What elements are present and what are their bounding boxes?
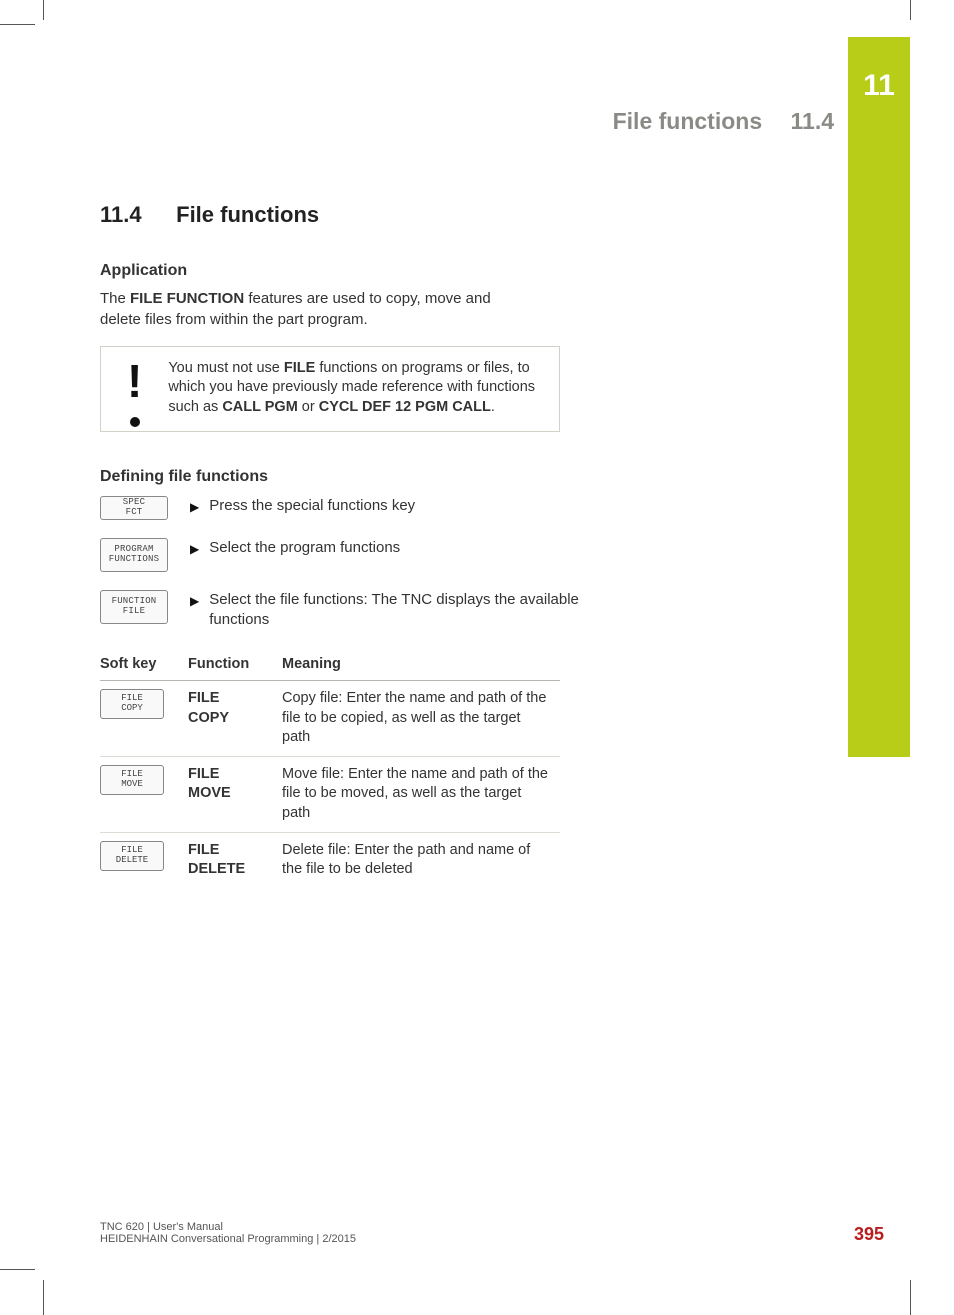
page-footer: TNC 620 | User's Manual HEIDENHAIN Conve… (100, 1221, 884, 1245)
cell-softkey: FILE COPY (100, 681, 188, 757)
col-meaning: Meaning (282, 649, 560, 681)
running-header: File functions 11.4 (100, 108, 834, 135)
crop-mark (910, 1280, 911, 1315)
table-row: FILE COPY FILE COPY Copy file: Enter the… (100, 681, 560, 757)
page-number: 395 (854, 1224, 884, 1245)
text: FILE (188, 842, 219, 858)
function-table: Soft key Function Meaning FILE COPY FILE (100, 649, 560, 888)
key-program-functions-icon: PROGRAM FUNCTIONS (100, 538, 168, 572)
text: FILE (188, 690, 219, 706)
content: 11.4 File functions Application The FILE… (100, 200, 630, 888)
key-function-file-icon: FUNCTION FILE (100, 590, 168, 624)
footer-text: TNC 620 | User's Manual HEIDENHAIN Conve… (100, 1221, 356, 1245)
text: or (298, 399, 319, 415)
key-label: FILE (101, 607, 167, 617)
col-softkey: Soft key (100, 649, 188, 681)
defining-heading: Defining file functions (100, 466, 630, 488)
triangle-icon: ▶ (190, 538, 199, 558)
crop-mark (43, 1280, 44, 1315)
section-number: 11.4 (100, 200, 170, 230)
step-list: SPEC FCT ▶ Press the special functions k… (100, 496, 630, 631)
key-label: MOVE (101, 780, 163, 790)
cell-meaning: Copy file: Enter the name and path of th… (282, 681, 560, 757)
key-label: FCT (101, 508, 167, 518)
soft-key: PROGRAM FUNCTIONS (100, 538, 168, 572)
running-header-title: File functions (613, 108, 763, 134)
text: The (100, 290, 130, 307)
footer-line1: TNC 620 | User's Manual (100, 1221, 356, 1233)
page: 11 File functions 11.4 11.4 File functio… (0, 0, 954, 1315)
step-row: PROGRAM FUNCTIONS ▶ Select the program f… (100, 538, 630, 572)
softkey-file-move-icon: FILE MOVE (100, 765, 164, 795)
warning-text: You must not use FILE functions on progr… (168, 359, 545, 418)
step-description: ▶ Press the special functions key (190, 496, 415, 516)
cell-meaning: Delete file: Enter the path and name of … (282, 832, 560, 888)
softkey-file-delete-icon: FILE DELETE (100, 841, 164, 871)
text-bold: FILE (284, 360, 315, 376)
key-spec-fct-icon: SPEC FCT (100, 496, 168, 520)
running-header-section: 11.4 (791, 108, 835, 134)
crop-mark (43, 0, 44, 20)
hard-key: SPEC FCT (100, 496, 168, 520)
application-paragraph: The FILE FUNCTION features are used to c… (100, 289, 520, 330)
cell-function: FILE MOVE (188, 756, 282, 832)
footer-line2: HEIDENHAIN Conversational Programming | … (100, 1233, 356, 1245)
text-bold: CYCL DEF 12 PGM CALL (319, 399, 491, 415)
text: COPY (188, 710, 229, 726)
text-bold: CALL PGM (222, 399, 297, 415)
softkey-file-copy-icon: FILE COPY (100, 689, 164, 719)
text: . (491, 399, 495, 415)
table-row: FILE DELETE FILE DELETE Delete file: Ent… (100, 832, 560, 888)
col-function: Function (188, 649, 282, 681)
cell-softkey: FILE MOVE (100, 756, 188, 832)
step-text: Select the file functions: The TNC displ… (209, 590, 630, 631)
section-heading: 11.4 File functions (100, 200, 630, 230)
crop-mark (0, 1269, 35, 1270)
key-label: COPY (101, 704, 163, 714)
table-header-row: Soft key Function Meaning (100, 649, 560, 681)
step-row: SPEC FCT ▶ Press the special functions k… (100, 496, 630, 520)
exclamation-icon: ! (115, 359, 142, 418)
step-row: FUNCTION FILE ▶ Select the file function… (100, 590, 630, 631)
crop-mark (910, 0, 911, 20)
text: FILE (188, 766, 219, 782)
triangle-icon: ▶ (190, 590, 199, 631)
text: DELETE (188, 861, 245, 877)
step-description: ▶ Select the file functions: The TNC dis… (190, 590, 630, 631)
crop-mark (0, 24, 35, 25)
text: You must not use (168, 360, 284, 376)
step-text: Select the program functions (209, 538, 400, 558)
text-bold: FILE FUNCTION (130, 290, 244, 307)
chapter-tab: 11 (848, 37, 910, 757)
key-label: DELETE (101, 856, 163, 866)
soft-key: FUNCTION FILE (100, 590, 168, 624)
cell-meaning: Move file: Enter the name and path of th… (282, 756, 560, 832)
warning-box: ! You must not use FILE functions on pro… (100, 346, 560, 433)
step-text: Press the special functions key (209, 496, 415, 516)
cell-softkey: FILE DELETE (100, 832, 188, 888)
section-title: File functions (176, 202, 319, 227)
key-label: FUNCTIONS (101, 555, 167, 565)
cell-function: FILE COPY (188, 681, 282, 757)
application-heading: Application (100, 260, 630, 282)
step-description: ▶ Select the program functions (190, 538, 400, 558)
triangle-icon: ▶ (190, 496, 199, 516)
table-row: FILE MOVE FILE MOVE Move file: Enter the… (100, 756, 560, 832)
text: MOVE (188, 785, 231, 801)
cell-function: FILE DELETE (188, 832, 282, 888)
